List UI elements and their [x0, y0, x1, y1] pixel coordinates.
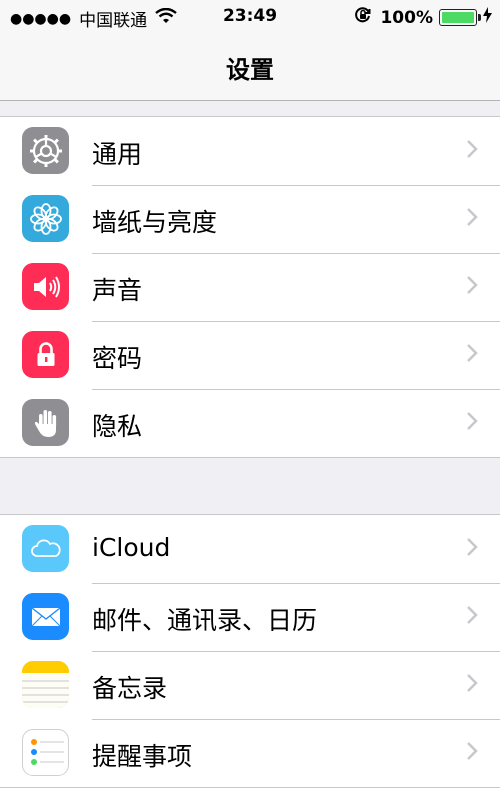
settings-item-icloud[interactable]: iCloud: [0, 515, 500, 583]
settings-item-sounds[interactable]: 声音: [0, 253, 500, 321]
settings-group-1: 通用 墙纸与亮度 声音 密码 隐私: [0, 116, 500, 458]
settings-item-wallpaper[interactable]: 墙纸与亮度: [0, 185, 500, 253]
chevron-right-icon: [466, 411, 478, 435]
mail-icon: [22, 593, 69, 640]
settings-item-general[interactable]: 通用: [0, 117, 500, 185]
battery-percent: 100%: [380, 7, 433, 28]
page-title: 设置: [226, 56, 274, 84]
flower-icon: [22, 195, 69, 242]
reminders-icon: [22, 729, 69, 776]
settings-item-mail-contacts-calendars[interactable]: 邮件、通讯录、日历: [0, 583, 500, 651]
settings-item-label: 密码: [92, 344, 143, 373]
settings-item-label: 提醒事项: [92, 742, 193, 771]
settings-item-label: 备忘录: [92, 674, 168, 703]
settings-item-label: 声音: [92, 276, 143, 305]
gear-icon: [22, 127, 69, 174]
notes-icon: [22, 661, 69, 708]
settings-item-label: iCloud: [92, 533, 171, 562]
charging-icon: [483, 7, 492, 28]
chevron-right-icon: [466, 275, 478, 299]
settings-item-passcode[interactable]: 密码: [0, 321, 500, 389]
chevron-right-icon: [466, 741, 478, 765]
status-bar: ●●●●● 中国联通 23:49 100%: [0, 0, 500, 34]
settings-item-label: 墙纸与亮度: [92, 208, 218, 237]
speaker-icon: [22, 263, 69, 310]
settings-item-privacy[interactable]: 隐私: [0, 389, 500, 457]
settings-item-label: 邮件、通讯录、日历: [92, 606, 318, 635]
chevron-right-icon: [466, 207, 478, 231]
chevron-right-icon: [466, 605, 478, 629]
settings-item-label: 通用: [92, 140, 143, 169]
navigation-bar: 设置: [0, 34, 500, 101]
chevron-right-icon: [466, 673, 478, 697]
chevron-right-icon: [466, 139, 478, 163]
settings-item-label: 隐私: [92, 412, 143, 441]
hand-icon: [22, 399, 69, 446]
cloud-icon: [22, 525, 69, 572]
settings-item-notes[interactable]: 备忘录: [0, 651, 500, 719]
battery-icon: [439, 9, 481, 26]
settings-item-reminders[interactable]: 提醒事项: [0, 719, 500, 787]
rotation-lock-icon: [354, 6, 372, 29]
chevron-right-icon: [466, 537, 478, 561]
settings-group-2: iCloud 邮件、通讯录、日历 备忘录 提醒事项: [0, 514, 500, 788]
chevron-right-icon: [466, 343, 478, 367]
lock-icon: [22, 331, 69, 378]
